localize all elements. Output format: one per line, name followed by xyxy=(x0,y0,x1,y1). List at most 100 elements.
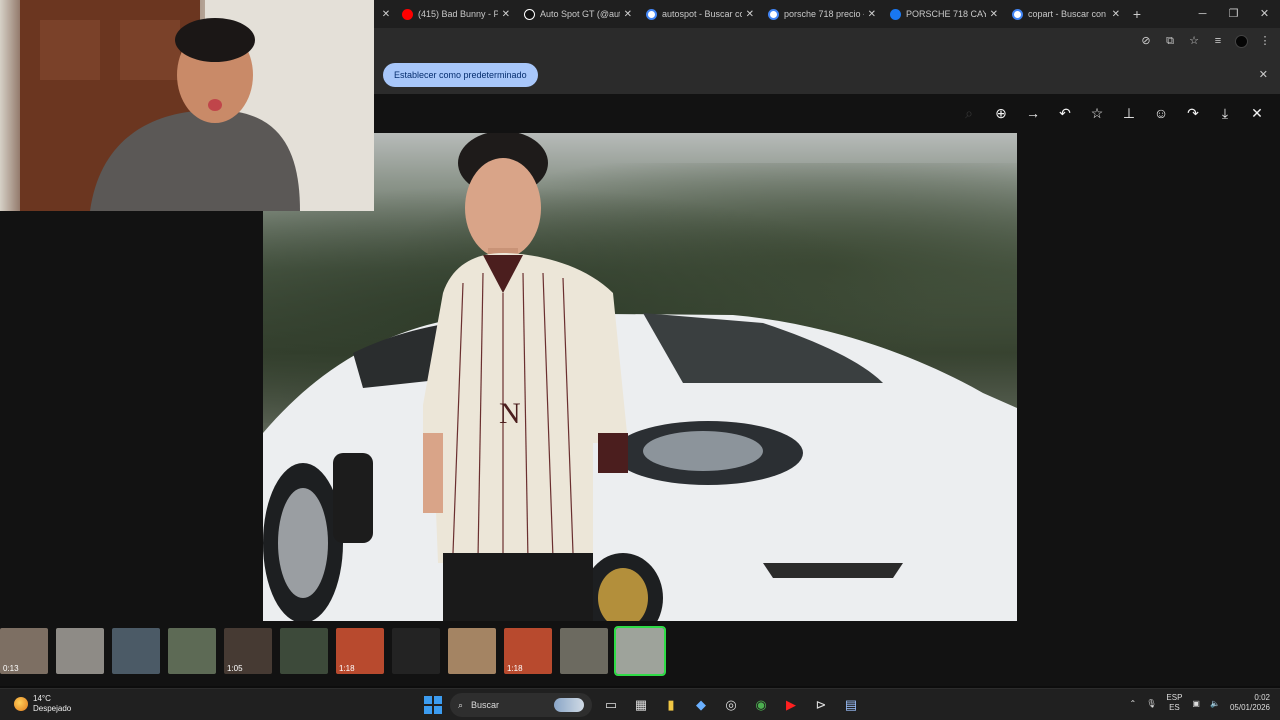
thumbnail[interactable]: 0:13 xyxy=(0,628,48,674)
restore-icon[interactable]: ❐ xyxy=(1218,0,1249,28)
facebook-icon xyxy=(890,8,901,20)
thumbnail[interactable] xyxy=(56,628,104,674)
default-browser-infobar: Establecer como predeterminado ✕ xyxy=(374,56,1280,94)
weather-widget[interactable]: 14°C Despejado xyxy=(14,694,71,714)
keyboard-code: ES xyxy=(1169,703,1180,712)
chrome-icon[interactable]: ◉ xyxy=(750,694,772,716)
star-icon[interactable]: ☆ xyxy=(1088,104,1106,122)
tab-bar: ✕ (415) Bad Bunny - Pa ✕ Auto Spot GT (@… xyxy=(374,0,1280,28)
download-icon[interactable]: ⤓ xyxy=(1216,104,1234,122)
main-photo: N xyxy=(263,133,1017,621)
file-explorer-icon[interactable]: ▮ xyxy=(660,694,682,716)
network-icon[interactable]: ▣ xyxy=(1192,699,1200,708)
thumbnail[interactable] xyxy=(168,628,216,674)
thumbnail[interactable]: 1:18 xyxy=(336,628,384,674)
zoom-in-icon[interactable]: ⌕ xyxy=(960,104,978,122)
taskbar-search[interactable]: ⌕ Buscar xyxy=(450,693,592,717)
emoji-icon[interactable]: ☺ xyxy=(1152,104,1170,122)
toolbar-icons: ⊘ ⧉ ☆ ≡ ⋮ xyxy=(1139,34,1272,48)
viewer-toolbar: ⌕ ⊕ → ↶ ☆ ⊥ ☺ ↷ ⤓ ✕ xyxy=(960,104,1266,122)
undo-icon[interactable]: ↶ xyxy=(1056,104,1074,122)
youtube-icon xyxy=(402,8,413,20)
thumbnail[interactable] xyxy=(392,628,440,674)
tab-youtube[interactable]: (415) Bad Bunny - Pa ✕ xyxy=(394,0,516,28)
new-tab-button[interactable]: + xyxy=(1126,6,1148,22)
menu-kebab-icon[interactable]: ⋮ xyxy=(1258,34,1272,48)
tab-facebook[interactable]: PORSCHE 718 CAYM ✕ xyxy=(882,0,1004,28)
weather-text: 14°C Despejado xyxy=(33,694,71,714)
person-in-jersey: N xyxy=(423,133,628,621)
eye-off-icon[interactable]: ⊘ xyxy=(1139,34,1153,48)
tab-google-porsche[interactable]: porsche 718 precio - ✕ xyxy=(760,0,882,28)
thumbnail[interactable] xyxy=(560,628,608,674)
weather-desc: Despejado xyxy=(33,704,72,713)
search-icon: ⌕ xyxy=(458,699,464,710)
system-tray: ⌃ 🎙 ESP ES ▣ 🔈 0:02 05/01/2026 xyxy=(1130,693,1270,713)
arrow-right-icon[interactable]: → xyxy=(1024,104,1042,122)
volume-icon[interactable]: 🔈 xyxy=(1210,699,1220,708)
zoom-icon[interactable]: ⊕ xyxy=(992,104,1010,122)
browser-toolbar: ⊘ ⧉ ☆ ≡ ⋮ xyxy=(374,28,1280,56)
tab-close-partial[interactable]: ✕ xyxy=(374,0,394,28)
close-window-icon[interactable]: ✕ xyxy=(1249,0,1280,28)
copilot-icon[interactable]: ◆ xyxy=(690,694,712,716)
date: 05/01/2026 xyxy=(1229,703,1270,712)
language-indicator[interactable]: ESP ES xyxy=(1166,693,1182,713)
video-duration: 0:13 xyxy=(3,664,19,673)
thumbnail-active[interactable] xyxy=(614,626,666,676)
close-icon[interactable]: ✕ xyxy=(1248,104,1266,122)
weather-sun-icon xyxy=(14,697,28,711)
windows-taskbar: 14°C Despejado ⌕ Buscar ▭ ▦ ▮ ◆ ◎ ◉ ▶ ⊳ … xyxy=(0,688,1280,720)
tab-title: porsche 718 precio - xyxy=(784,9,864,19)
search-highlight-art xyxy=(554,698,584,712)
tab-title: (415) Bad Bunny - Pa xyxy=(418,9,498,19)
close-icon[interactable]: ✕ xyxy=(746,9,754,20)
media-player-icon[interactable]: ⊳ xyxy=(810,694,832,716)
youtube-app-icon[interactable]: ▶ xyxy=(780,694,802,716)
tab-tiktok[interactable]: Auto Spot GT (@auto ✕ xyxy=(516,0,638,28)
time: 0:02 xyxy=(1254,693,1270,702)
close-icon[interactable]: ✕ xyxy=(868,9,876,20)
close-icon[interactable]: ✕ xyxy=(990,9,998,20)
thumbnail[interactable]: 1:18 xyxy=(504,628,552,674)
close-icon[interactable]: ✕ xyxy=(1259,68,1268,81)
thumbnail[interactable] xyxy=(280,628,328,674)
calculator-icon[interactable]: ▤ xyxy=(840,694,862,716)
close-icon[interactable]: ✕ xyxy=(1112,9,1120,20)
tiktok-icon xyxy=(524,8,535,20)
store-icon[interactable]: ▦ xyxy=(630,694,652,716)
app-icon[interactable]: ◎ xyxy=(720,694,742,716)
google-icon xyxy=(646,8,657,20)
thumbnail[interactable] xyxy=(448,628,496,674)
tab-search-icon[interactable]: ≡ xyxy=(1211,34,1225,48)
close-icon[interactable]: ✕ xyxy=(382,9,390,20)
task-view-icon[interactable]: ▭ xyxy=(600,694,622,716)
set-default-button[interactable]: Establecer como predeterminado xyxy=(383,63,538,87)
google-icon xyxy=(1012,8,1023,20)
clock[interactable]: 0:02 05/01/2026 xyxy=(1230,693,1270,713)
profile-avatar[interactable] xyxy=(1235,34,1248,48)
pin-icon[interactable]: ⊥ xyxy=(1120,104,1138,122)
tab-title: Auto Spot GT (@auto xyxy=(540,9,620,19)
install-app-icon[interactable]: ⧉ xyxy=(1163,34,1177,48)
close-icon[interactable]: ✕ xyxy=(624,9,632,20)
webcam-overlay xyxy=(0,0,374,211)
microphone-icon[interactable]: 🎙 xyxy=(1146,699,1156,708)
thumbnail[interactable]: 1:05 xyxy=(224,628,272,674)
tab-title: autospot - Buscar co xyxy=(662,9,742,19)
thumbnail[interactable] xyxy=(112,628,160,674)
window-controls: ─ ❐ ✕ xyxy=(1187,0,1280,28)
minimize-icon[interactable]: ─ xyxy=(1187,0,1218,28)
taskbar-center: ⌕ Buscar ▭ ▦ ▮ ◆ ◎ ◉ ▶ ⊳ ▤ xyxy=(424,692,862,718)
tab-google-copart[interactable]: copart - Buscar con G ✕ xyxy=(1004,0,1126,28)
close-icon[interactable]: ✕ xyxy=(502,9,510,20)
video-duration: 1:18 xyxy=(339,664,355,673)
svg-text:N: N xyxy=(499,397,521,430)
weather-temp: 14°C xyxy=(33,694,51,703)
windows-start-icon[interactable] xyxy=(424,696,442,714)
bookmark-star-icon[interactable]: ☆ xyxy=(1187,34,1201,48)
video-duration: 1:18 xyxy=(507,664,523,673)
tab-google-autospot[interactable]: autospot - Buscar co ✕ xyxy=(638,0,760,28)
chevron-up-icon[interactable]: ⌃ xyxy=(1130,699,1137,708)
share-icon[interactable]: ↷ xyxy=(1184,104,1202,122)
